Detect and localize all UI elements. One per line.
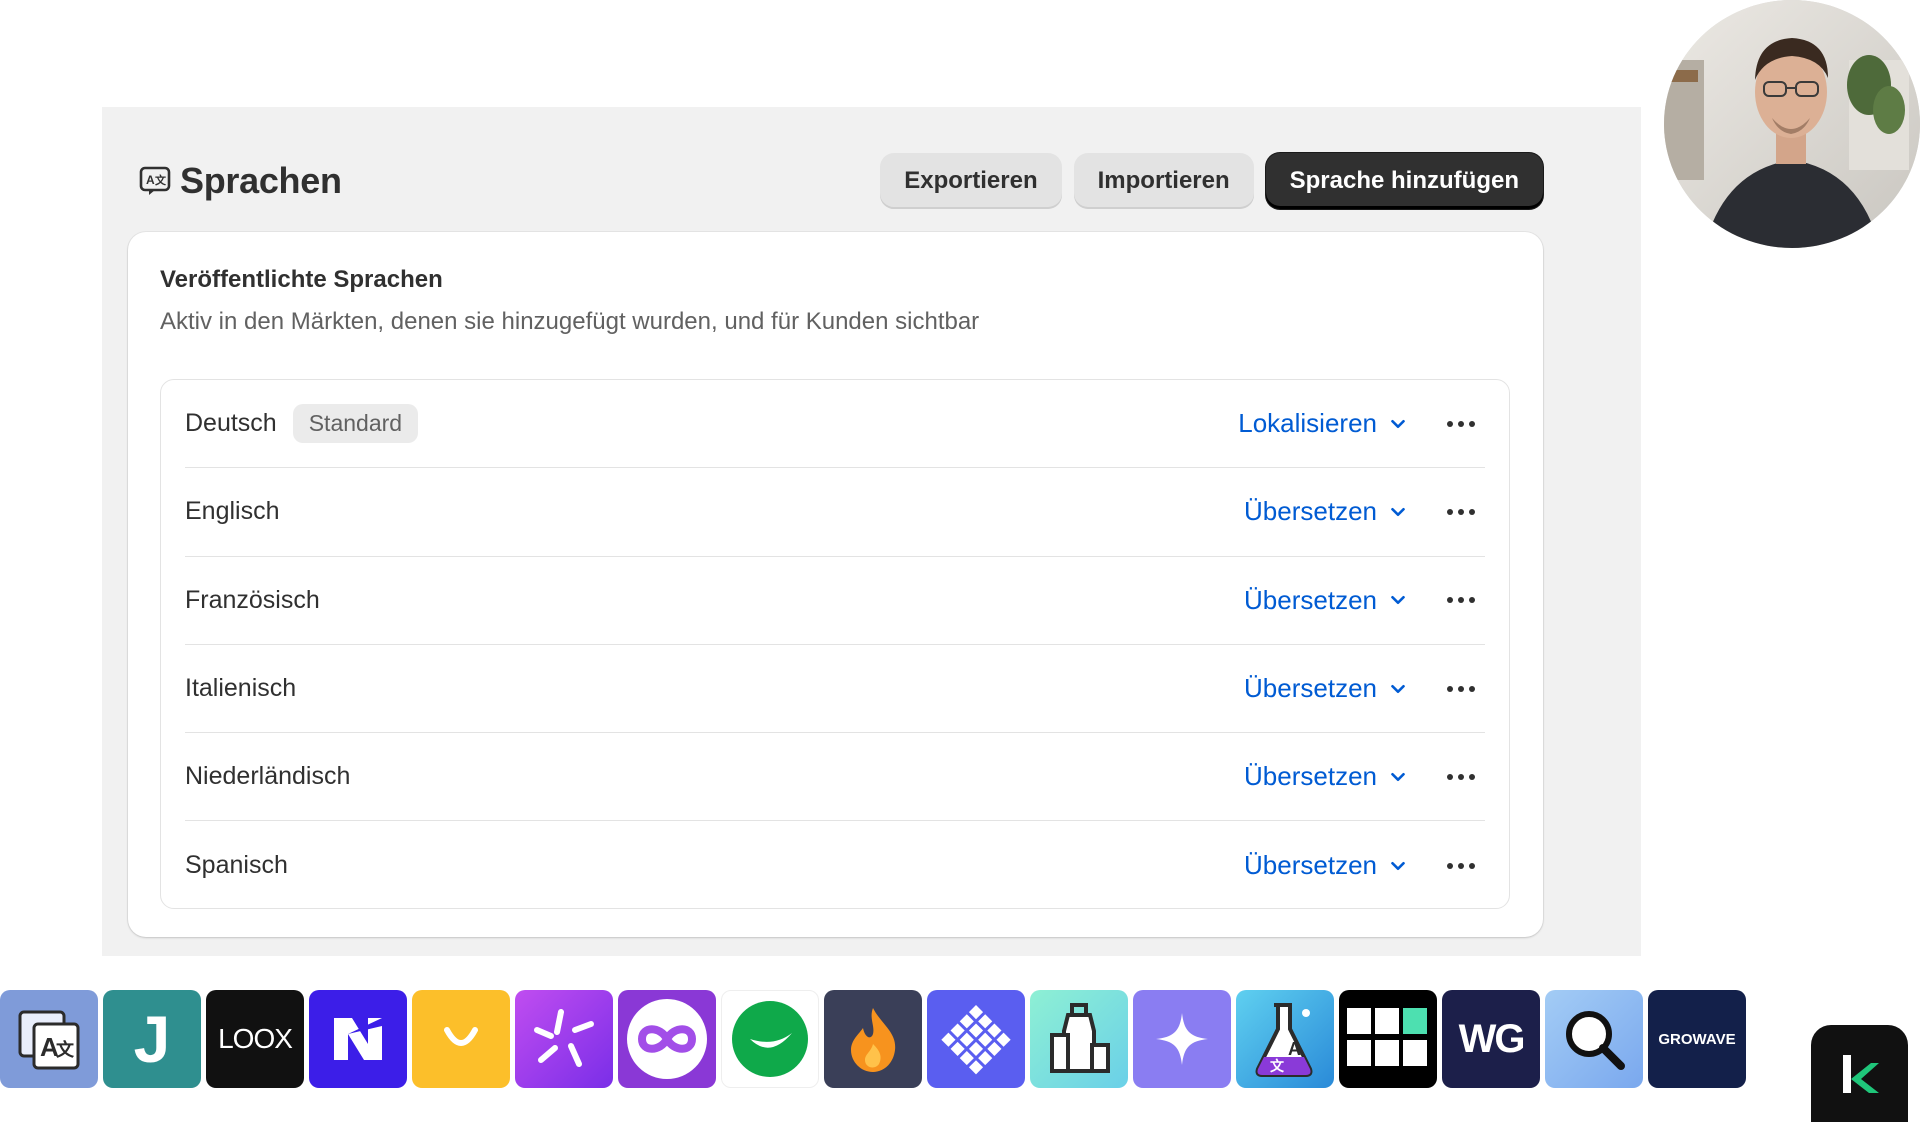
app-dock: A 文 J LOOX 文 A WG GROWAVE <box>0 990 1746 1088</box>
more-options-icon[interactable] <box>1437 669 1485 709</box>
svg-text:文: 文 <box>56 1039 75 1061</box>
row-actions: Übersetzen <box>1244 733 1485 820</box>
title-wrap: A 文 Sprachen <box>138 153 342 209</box>
row-actions: Übersetzen <box>1244 557 1485 644</box>
localize-dropdown[interactable]: Lokalisieren <box>1238 408 1409 439</box>
translate-dropdown[interactable]: Übersetzen <box>1244 673 1409 704</box>
add-language-button[interactable]: Sprache hinzufügen <box>1265 153 1543 209</box>
row-actions: Lokalisieren <box>1238 380 1485 467</box>
k-brand-logo-icon[interactable] <box>1811 1025 1908 1122</box>
judgeme-icon[interactable]: J <box>103 990 201 1088</box>
chevron-down-icon <box>1391 684 1405 693</box>
translate-dropdown[interactable]: Übersetzen <box>1244 585 1409 616</box>
default-badge: Standard <box>292 404 419 444</box>
chevron-down-icon <box>1391 596 1405 605</box>
more-options-icon[interactable] <box>1437 492 1485 532</box>
languages-panel: A 文 Sprachen Exportieren Importieren Spr… <box>102 107 1641 956</box>
page-title: Sprachen <box>180 160 342 201</box>
card-subtitle: Aktiv in den Märkten, denen sie hinzugef… <box>160 308 980 335</box>
translate-dropdown[interactable]: Übersetzen <box>1244 761 1409 792</box>
header-actions: Exportieren Importieren Sprache hinzufüg… <box>880 153 1543 209</box>
loox-label: LOOX <box>218 1023 293 1054</box>
translate-app-icon[interactable]: A 文 <box>0 990 98 1088</box>
translate-label: Übersetzen <box>1244 850 1377 881</box>
wg-icon[interactable]: WG <box>1442 990 1540 1088</box>
translate-label: Übersetzen <box>1244 584 1377 615</box>
bottles-icon[interactable] <box>1030 990 1128 1088</box>
chevron-down-icon <box>1391 772 1405 781</box>
translate-label: Übersetzen <box>1244 496 1377 527</box>
growave-label: GROWAVE <box>1658 1030 1736 1048</box>
localize-label: Lokalisieren <box>1238 408 1377 439</box>
loox-icon[interactable]: LOOX <box>206 990 304 1088</box>
language-name: Niederländisch <box>185 762 351 791</box>
language-row-niederlaendisch: Niederländisch Übersetzen <box>185 733 1485 822</box>
judgeme-label: J <box>133 1002 171 1076</box>
webcam-presenter <box>1664 0 1920 248</box>
more-options-icon[interactable] <box>1437 846 1485 886</box>
star-sparkle-icon[interactable] <box>1133 990 1231 1088</box>
language-row-deutsch: Deutsch Standard Lokalisieren <box>185 380 1485 469</box>
chevron-down-icon <box>1391 507 1405 517</box>
flask-translate-icon[interactable]: 文 A <box>1236 990 1334 1088</box>
published-languages-card: Veröffentlichte Sprachen Aktiv in den Mä… <box>128 232 1543 937</box>
svg-text:A: A <box>1288 1039 1301 1059</box>
svg-text:A: A <box>146 173 155 187</box>
flame-icon[interactable] <box>824 990 922 1088</box>
grid-blocks-icon[interactable] <box>1339 990 1437 1088</box>
language-name: Italienisch <box>185 674 297 703</box>
infinity-icon[interactable] <box>618 990 716 1088</box>
card-title: Veröffentlichte Sprachen <box>160 266 443 293</box>
app-n-icon[interactable] <box>309 990 407 1088</box>
language-row-franzoesisch: Französisch Übersetzen <box>185 557 1485 645</box>
more-options-icon[interactable] <box>1437 757 1485 797</box>
diamond-grid-icon[interactable] <box>927 990 1025 1088</box>
wg-label: WG <box>1458 1016 1526 1061</box>
export-button[interactable]: Exportieren <box>880 153 1062 209</box>
language-row-spanisch: Spanisch Übersetzen <box>185 821 1485 909</box>
sparkle-burst-icon[interactable] <box>515 990 613 1088</box>
growave-icon[interactable]: GROWAVE <box>1648 990 1746 1088</box>
chevron-down-icon <box>1391 861 1405 870</box>
translate-dropdown[interactable]: Übersetzen <box>1244 850 1409 881</box>
language-name: Spanisch <box>185 851 288 880</box>
page-header: A 文 Sprachen Exportieren Importieren Spr… <box>138 153 1543 209</box>
search-magnifier-icon[interactable] <box>1545 990 1643 1088</box>
import-button[interactable]: Importieren <box>1073 153 1254 209</box>
row-actions: Übersetzen <box>1244 645 1485 732</box>
translate-label: Übersetzen <box>1244 673 1377 704</box>
chevron-down-icon <box>1391 419 1405 428</box>
more-options-icon[interactable] <box>1437 404 1485 444</box>
row-actions: Übersetzen <box>1244 821 1485 909</box>
language-row-englisch: Englisch Übersetzen <box>185 468 1485 557</box>
more-options-icon[interactable] <box>1437 580 1485 620</box>
svg-text:文: 文 <box>1270 1058 1285 1075</box>
green-circle-icon[interactable] <box>721 990 819 1088</box>
languages-list: Deutsch Standard Lokalisieren Englisch Ü… <box>160 379 1510 909</box>
smile-icon[interactable] <box>412 990 510 1088</box>
language-name: Deutsch <box>185 409 277 438</box>
translate-icon: A 文 <box>138 164 172 198</box>
svg-text:文: 文 <box>155 173 167 187</box>
language-name: Englisch <box>185 497 280 526</box>
translate-label: Übersetzen <box>1244 761 1377 792</box>
language-name: Französisch <box>185 585 320 614</box>
translate-dropdown[interactable]: Übersetzen <box>1244 496 1409 527</box>
language-row-italienisch: Italienisch Übersetzen <box>185 645 1485 734</box>
row-actions: Übersetzen <box>1244 468 1485 555</box>
